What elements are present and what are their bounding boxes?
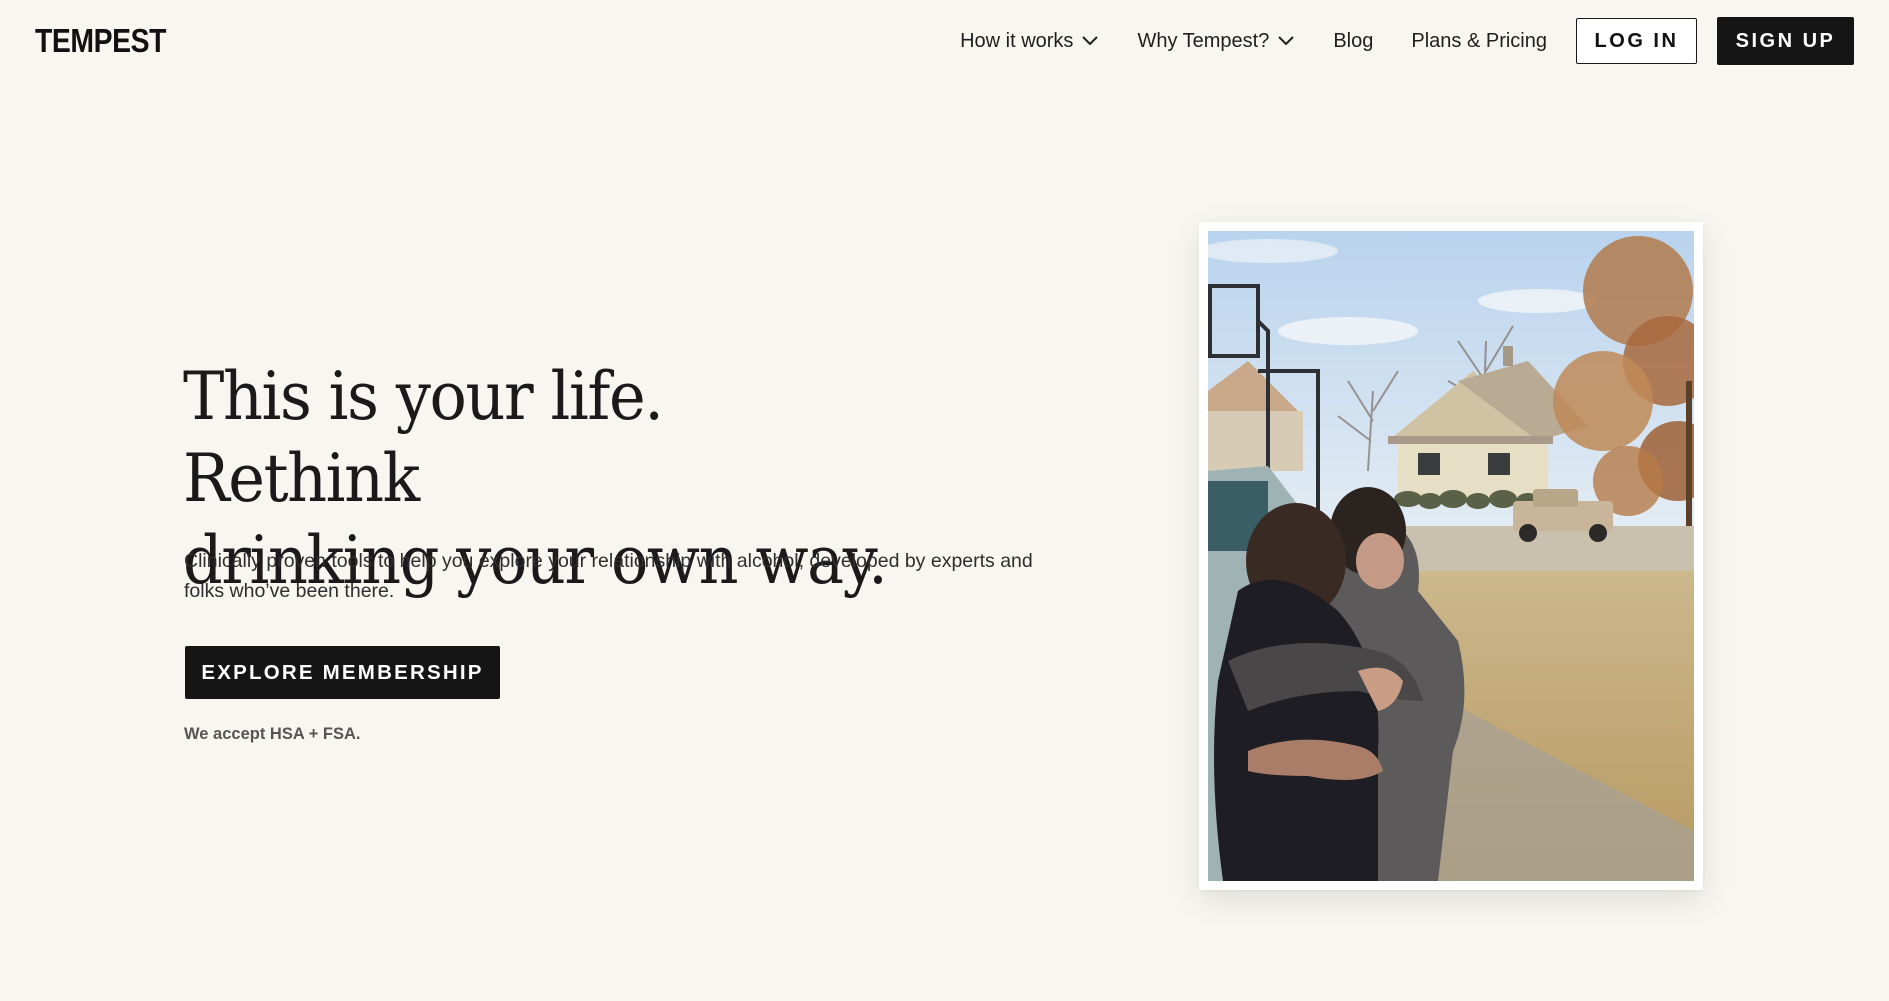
login-button[interactable]: LOG IN [1576,18,1697,64]
payment-note: We accept HSA + FSA. [184,725,361,743]
chevron-down-icon [1278,36,1295,46]
signup-button[interactable]: SIGN UP [1717,17,1854,65]
hero-subtitle: Clinically proven tools to help you expl… [184,546,1084,606]
chevron-down-icon [1082,36,1099,46]
nav-item-how-it-works[interactable]: How it works [960,30,1099,53]
nav-item-label: Plans & Pricing [1411,29,1547,52]
explore-membership-button[interactable]: EXPLORE MEMBERSHIP [185,646,500,699]
hero-photo-card [1199,222,1703,890]
tempest-logo[interactable]: TEMPEST [35,21,166,61]
hero-subtitle-line-1: Clinically proven tools to help you expl… [184,550,1033,572]
hero-heading-line-1: This is your life. Rethink [183,358,664,517]
main-nav: How it works Why Tempest? Blog Plans & P… [960,17,1854,65]
nav-item-label: Why Tempest? [1137,29,1270,52]
site-header: TEMPEST How it works Why Tempest? Blog P… [0,0,1889,84]
nav-item-plans-pricing[interactable]: Plans & Pricing [1411,30,1547,53]
nav-item-label: Blog [1333,29,1374,52]
nav-item-why-tempest[interactable]: Why Tempest? [1137,30,1295,53]
hero-photo-illustration [1208,231,1694,881]
nav-item-label: How it works [960,29,1074,52]
nav-item-blog[interactable]: Blog [1333,30,1373,53]
hero-photo [1208,231,1694,881]
hero-subtitle-line-2: folks who’ve been there. [184,580,395,602]
